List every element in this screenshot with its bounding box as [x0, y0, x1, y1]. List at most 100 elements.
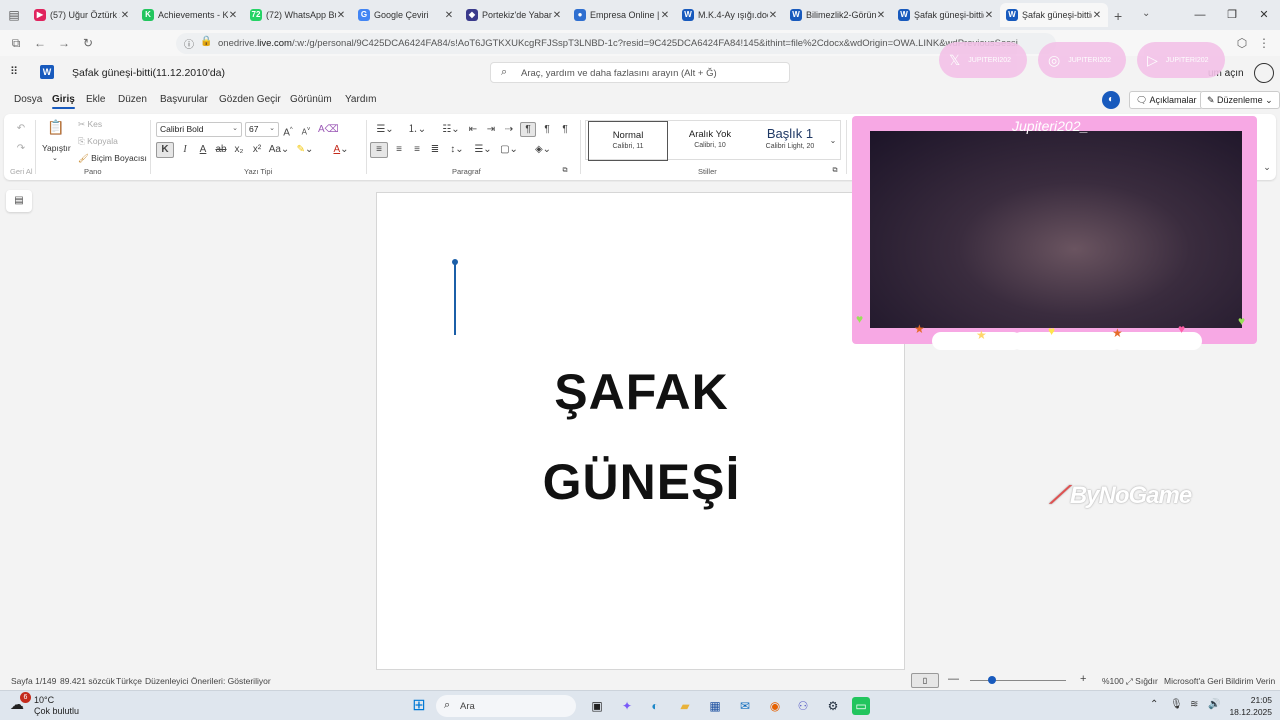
restore-icon[interactable]: ❐	[1216, 0, 1248, 30]
paragraph-settings-icon[interactable]: ⧉	[560, 164, 570, 178]
borders-button[interactable]: ▢⌄	[498, 143, 520, 157]
change-case-button[interactable]: Aa⌄	[268, 143, 290, 157]
tab-basvurular[interactable]: Başvurular	[160, 94, 208, 105]
page-count[interactable]: Sayfa 1/149	[11, 676, 56, 686]
close-tab-icon[interactable]: ✕	[660, 10, 670, 21]
close-tab-icon[interactable]: ✕	[228, 10, 238, 21]
editor-suggestions[interactable]: Düzenleyici Önerileri: Gösteriliyor	[145, 676, 271, 686]
zoom-in-icon[interactable]: +	[1080, 673, 1086, 685]
tab-gorunum[interactable]: Görünüm	[290, 94, 332, 105]
align-left-icon[interactable]: ≡	[370, 142, 388, 158]
paragraph-direction-icon[interactable]: ¶	[540, 123, 554, 137]
browser-tab[interactable]: ● Empresa Online | Se✕	[568, 3, 676, 27]
windows-start-icon[interactable]: ⊞	[410, 697, 428, 715]
word-logo-icon[interactable]: W	[40, 65, 54, 79]
shading-button[interactable]: ◈⌄	[532, 143, 554, 157]
grow-font-icon[interactable]: A^	[282, 123, 294, 140]
steam-icon[interactable]: ⚙	[824, 697, 842, 715]
undo-icon[interactable]: ↶	[14, 122, 28, 136]
browser-tab[interactable]: W Bilimezlik2-Görünm✕	[784, 3, 892, 27]
close-tab-icon[interactable]: ✕	[336, 10, 346, 21]
sidebar-toggle-icon[interactable]: ⧉	[8, 35, 24, 51]
font-name-select[interactable]: Calibri Bold ⌄	[156, 122, 242, 137]
style-no-spacing[interactable]: Aralık Yok Calibri, 10	[670, 121, 750, 161]
tab-duzen[interactable]: Düzen	[118, 94, 147, 105]
fit-button[interactable]: ⤢ Sığdır	[1126, 676, 1158, 687]
style-normal[interactable]: Normal Calibri, 11	[588, 121, 668, 161]
chevron-down-icon[interactable]: ⌄	[828, 134, 838, 148]
copy-button[interactable]: ⎘ Kopyala	[78, 136, 118, 147]
justify-icon[interactable]: ≣	[428, 143, 442, 157]
refresh-icon[interactable]: ↻	[80, 35, 96, 51]
editing-mode-button[interactable]: ✎ Düzenleme ⌄	[1200, 91, 1280, 109]
chevron-down-icon[interactable]: ⌄	[52, 154, 58, 162]
document-heading-line-1[interactable]: ŞAFAK	[377, 363, 906, 421]
comments-button[interactable]: 🗨 Açıklamalar	[1129, 91, 1204, 109]
search-box[interactable]: ⌕ Araç, yardım ve daha fazlasını arayın …	[490, 62, 790, 83]
outlook-icon[interactable]: ✉	[736, 697, 754, 715]
highlight-button[interactable]: ✎⌄	[294, 143, 316, 157]
close-icon[interactable]: ✕	[1248, 0, 1280, 30]
language[interactable]: Türkçe	[116, 676, 142, 686]
feedback-link[interactable]: Microsoft'a Geri Bildirim Verin	[1164, 676, 1275, 686]
close-tab-icon[interactable]: ✕	[768, 10, 778, 21]
print-layout-icon[interactable]: ▯	[911, 673, 939, 688]
styles-settings-icon[interactable]: ⧉	[830, 164, 840, 178]
align-right-icon[interactable]: ≡	[410, 143, 424, 157]
tab-actions-icon[interactable]: ▤	[6, 7, 22, 23]
increase-indent-icon[interactable]: ⇥	[484, 123, 498, 137]
file-explorer-icon[interactable]: ▰	[676, 697, 694, 715]
close-tab-icon[interactable]: ✕	[876, 10, 886, 21]
tab-yardim[interactable]: Yardım	[345, 94, 377, 105]
line-spacing-button[interactable]: ↕⌄	[446, 143, 468, 157]
copilot-app-icon[interactable]: ✦	[618, 697, 636, 715]
copilot-icon[interactable]: ◐	[1102, 91, 1120, 109]
browser-tab[interactable]: ◆ Portekiz'de Yabancı✕	[460, 3, 568, 27]
strikethrough-button[interactable]: ab	[214, 143, 228, 157]
clear-formatting-icon[interactable]: A⌫	[318, 123, 339, 137]
rtl-icon[interactable]: ¶	[520, 122, 536, 137]
show-marks-icon[interactable]: ¶	[558, 123, 572, 137]
cut-button[interactable]: ✂ Kes	[78, 119, 102, 130]
numbering-button[interactable]: ⒈⌄	[406, 123, 428, 137]
format-painter-button[interactable]: 🖌 Biçim Boyacısı	[78, 153, 147, 164]
app-launcher-icon[interactable]: ⠿	[10, 66, 22, 78]
tab-gozden-gecir[interactable]: Gözden Geçir	[219, 94, 281, 105]
chevron-up-icon[interactable]: ⌃	[1150, 699, 1158, 710]
tab-giris[interactable]: Giriş	[52, 94, 75, 109]
wifi-icon[interactable]: ≋	[1190, 699, 1198, 710]
microphone-icon[interactable]: 🎙	[1170, 699, 1183, 710]
document-title[interactable]: Şafak güneşi-bitti(11.12.2010'da)	[72, 67, 225, 79]
avatar[interactable]	[1254, 63, 1274, 83]
tab-ekle[interactable]: Ekle	[86, 94, 105, 105]
ltr-icon[interactable]: ⇢	[502, 123, 516, 137]
close-tab-icon[interactable]: ✕	[444, 10, 454, 21]
teams-icon[interactable]: ⚇	[794, 697, 812, 715]
kick-app-icon[interactable]: ▭	[852, 697, 870, 715]
decrease-indent-icon[interactable]: ⇤	[466, 123, 480, 137]
new-tab-icon[interactable]: +	[1114, 8, 1122, 24]
italic-button[interactable]: I	[178, 143, 192, 157]
underline-button[interactable]: A	[196, 143, 210, 157]
paragraph-spacing-button[interactable]: ☰⌄	[472, 143, 494, 157]
bold-button[interactable]: K	[156, 142, 174, 158]
more-icon[interactable]: ⋮	[1256, 35, 1272, 51]
word-count[interactable]: 89.421 sözcük	[60, 676, 115, 686]
browser-tab[interactable]: W Şafak güneşi-bitti(1 ✕	[892, 3, 1000, 27]
font-size-select[interactable]: 67 ⌄	[245, 122, 279, 137]
volume-icon[interactable]: 🔊	[1208, 699, 1220, 710]
browser-tab[interactable]: ▶ (57) Uğur Öztürk x ✕	[28, 3, 136, 27]
firefox-icon[interactable]: ◉	[766, 697, 784, 715]
shrink-font-icon[interactable]: A˅	[300, 123, 312, 140]
tab-dosya[interactable]: Dosya	[14, 94, 42, 105]
subscript-button[interactable]: x₂	[232, 143, 246, 157]
zoom-level[interactable]: %100	[1102, 676, 1124, 686]
align-center-icon[interactable]: ≡	[392, 143, 406, 157]
browser-tab[interactable]: 72 (72) WhatsApp Busin✕	[244, 3, 352, 27]
close-tab-icon[interactable]: ✕	[552, 10, 562, 21]
chevron-down-icon[interactable]: ⌄	[1262, 160, 1272, 174]
close-tab-icon[interactable]: ✕	[1092, 10, 1102, 21]
document-page[interactable]: ŞAFAK GÜNEŞİ	[376, 192, 905, 670]
close-tab-icon[interactable]: ✕	[120, 10, 130, 21]
extensions-icon[interactable]: ⬡	[1234, 35, 1250, 51]
